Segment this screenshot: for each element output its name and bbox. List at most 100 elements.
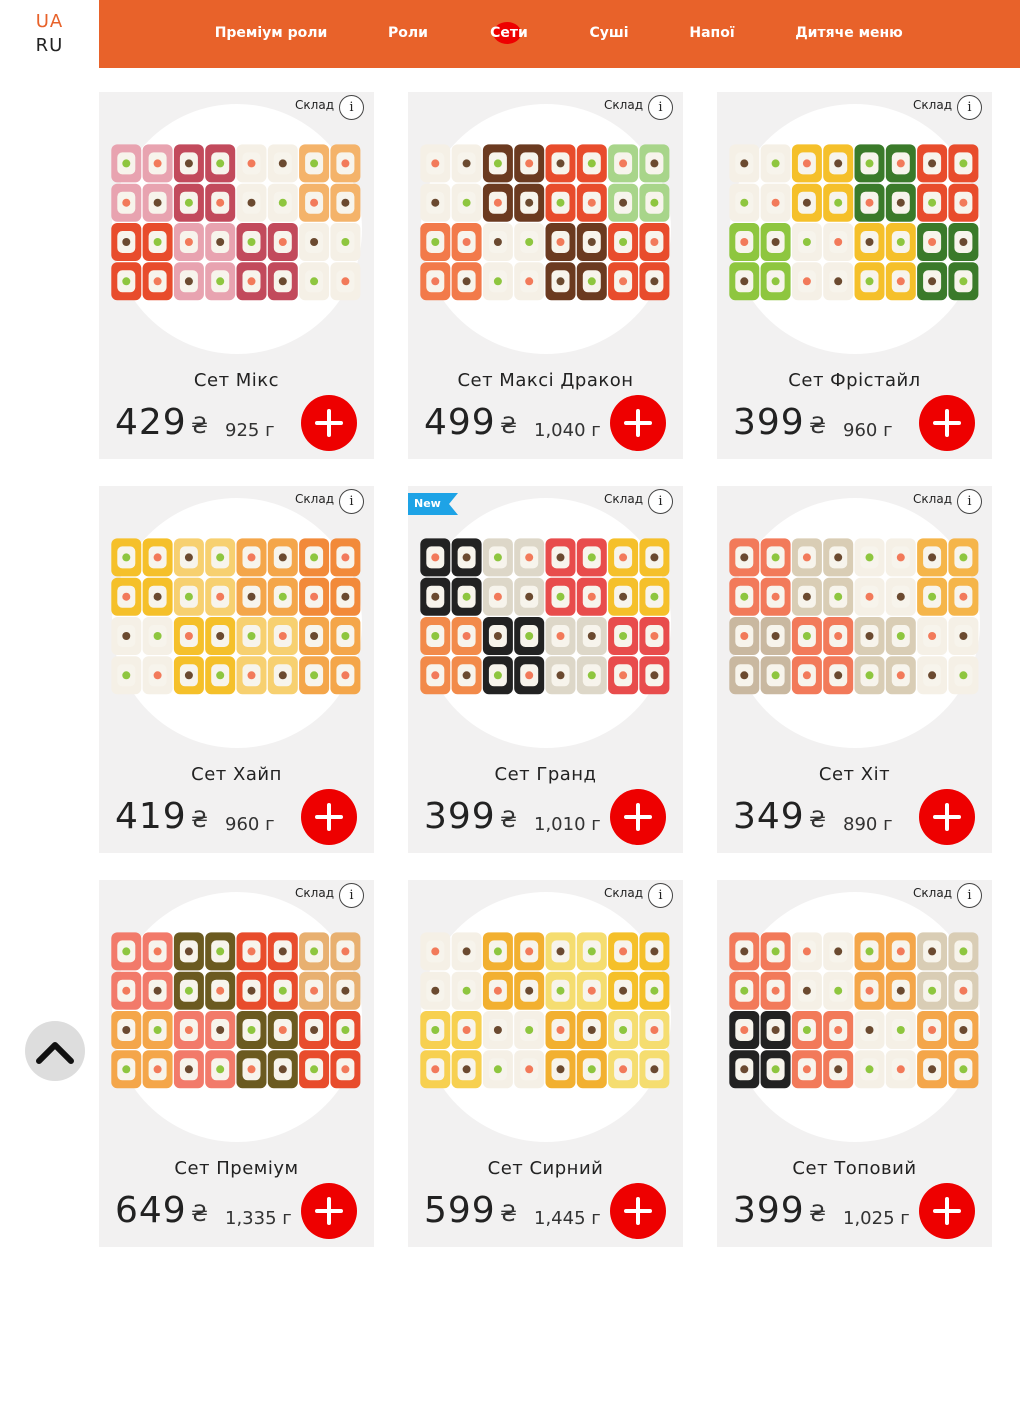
add-to-cart-button[interactable]: [301, 789, 357, 845]
product-title: Сет Мікс: [193, 370, 280, 391]
product-title: Сет Сирний: [487, 1158, 604, 1179]
roll-filling: [153, 986, 162, 995]
info-icon[interactable]: i: [957, 95, 982, 120]
product-image[interactable]: [111, 142, 362, 304]
roll-filling: [771, 553, 780, 562]
roll-filling: [462, 632, 471, 640]
add-to-cart-button[interactable]: [919, 789, 975, 845]
roll-filling: [247, 159, 256, 168]
roll-filling: [959, 159, 968, 168]
roll-filling: [493, 592, 502, 601]
roll-filling: [865, 277, 874, 286]
info-icon[interactable]: i: [648, 489, 673, 514]
scroll-to-top-button[interactable]: [25, 1021, 85, 1081]
info-icon[interactable]: i: [648, 883, 673, 908]
roll-filling: [556, 238, 565, 246]
roll-filling: [834, 238, 843, 246]
add-to-cart-button[interactable]: [610, 789, 666, 845]
roll-filling: [184, 159, 193, 168]
info-icon[interactable]: i: [957, 489, 982, 514]
nav-item-kids-menu[interactable]: Дитяче меню: [795, 0, 903, 68]
roll-filling: [184, 1065, 193, 1074]
add-to-cart-button[interactable]: [610, 395, 666, 451]
roll-filling: [771, 632, 780, 640]
product-price: 499: [424, 402, 496, 443]
roll-filling: [341, 1065, 350, 1074]
product-image[interactable]: [729, 536, 980, 698]
roll-filling: [278, 553, 287, 562]
roll-filling: [493, 159, 502, 168]
product-weight: 890 г: [843, 814, 893, 835]
roll-filling: [740, 277, 749, 286]
roll-filling: [896, 986, 905, 995]
roll-filling: [802, 159, 811, 168]
roll-filling: [587, 198, 596, 207]
nav-item-rolls[interactable]: Роли: [388, 0, 428, 68]
lang-ru-link[interactable]: RU: [36, 34, 64, 58]
currency-symbol: ₴: [500, 414, 518, 439]
product-price: 399: [733, 1190, 805, 1231]
roll-filling: [247, 198, 256, 207]
add-to-cart-button[interactable]: [610, 1183, 666, 1239]
info-icon[interactable]: i: [957, 883, 982, 908]
product-image[interactable]: [420, 536, 671, 698]
product-card: Склад i Сет Топовий 399 ₴ 1,025 г: [717, 880, 992, 1247]
roll-filling: [928, 986, 937, 995]
roll-filling: [928, 159, 937, 168]
product-image[interactable]: [111, 930, 362, 1092]
composition-label: Склад: [604, 886, 643, 900]
add-to-cart-button[interactable]: [301, 395, 357, 451]
info-icon[interactable]: i: [648, 95, 673, 120]
nav-item-premium-rolls[interactable]: Преміум роли: [215, 0, 328, 68]
product-image[interactable]: [420, 142, 671, 304]
roll-filling: [556, 277, 565, 286]
roll-filling: [834, 277, 843, 286]
roll-filling: [587, 947, 596, 956]
roll-filling: [771, 671, 780, 680]
roll-filling: [896, 1026, 905, 1034]
add-to-cart-button[interactable]: [919, 395, 975, 451]
roll-filling: [587, 1026, 596, 1034]
product-image[interactable]: [420, 930, 671, 1092]
info-icon[interactable]: i: [339, 489, 364, 514]
currency-symbol: ₴: [809, 808, 827, 833]
lang-ua-link[interactable]: UA: [36, 10, 64, 34]
roll-filling: [310, 198, 319, 207]
roll-filling: [122, 1026, 131, 1034]
roll-filling: [771, 986, 780, 995]
roll-filling: [431, 632, 440, 640]
roll-filling: [431, 986, 440, 995]
composition-label: Склад: [295, 492, 334, 506]
info-icon[interactable]: i: [339, 883, 364, 908]
product-image[interactable]: [729, 142, 980, 304]
roll-filling: [959, 592, 968, 601]
info-icon[interactable]: i: [339, 95, 364, 120]
product-image[interactable]: [729, 930, 980, 1092]
roll-filling: [184, 632, 193, 640]
roll-filling: [493, 947, 502, 956]
roll-filling: [216, 986, 225, 995]
roll-filling: [341, 198, 350, 207]
roll-filling: [153, 671, 162, 680]
add-to-cart-button[interactable]: [301, 1183, 357, 1239]
roll-filling: [462, 592, 471, 601]
roll-filling: [122, 592, 131, 601]
roll-filling: [493, 986, 502, 995]
roll-filling: [216, 1026, 225, 1034]
roll-filling: [928, 947, 937, 956]
product-image[interactable]: [111, 536, 362, 698]
roll-filling: [619, 986, 628, 995]
roll-filling: [310, 1026, 319, 1034]
roll-filling: [740, 592, 749, 601]
roll-filling: [740, 632, 749, 640]
roll-filling: [959, 632, 968, 640]
roll-filling: [493, 277, 502, 286]
nav-item-drinks[interactable]: Напої: [689, 0, 734, 68]
nav-item-sets[interactable]: Сети: [490, 0, 528, 68]
roll-filling: [802, 947, 811, 956]
roll-filling: [122, 947, 131, 956]
roll-filling: [896, 947, 905, 956]
add-to-cart-button[interactable]: [919, 1183, 975, 1239]
product-card: Склад i Сет Мікс 429 ₴ 925 г: [99, 92, 374, 459]
nav-item-sushi[interactable]: Суші: [589, 0, 628, 68]
